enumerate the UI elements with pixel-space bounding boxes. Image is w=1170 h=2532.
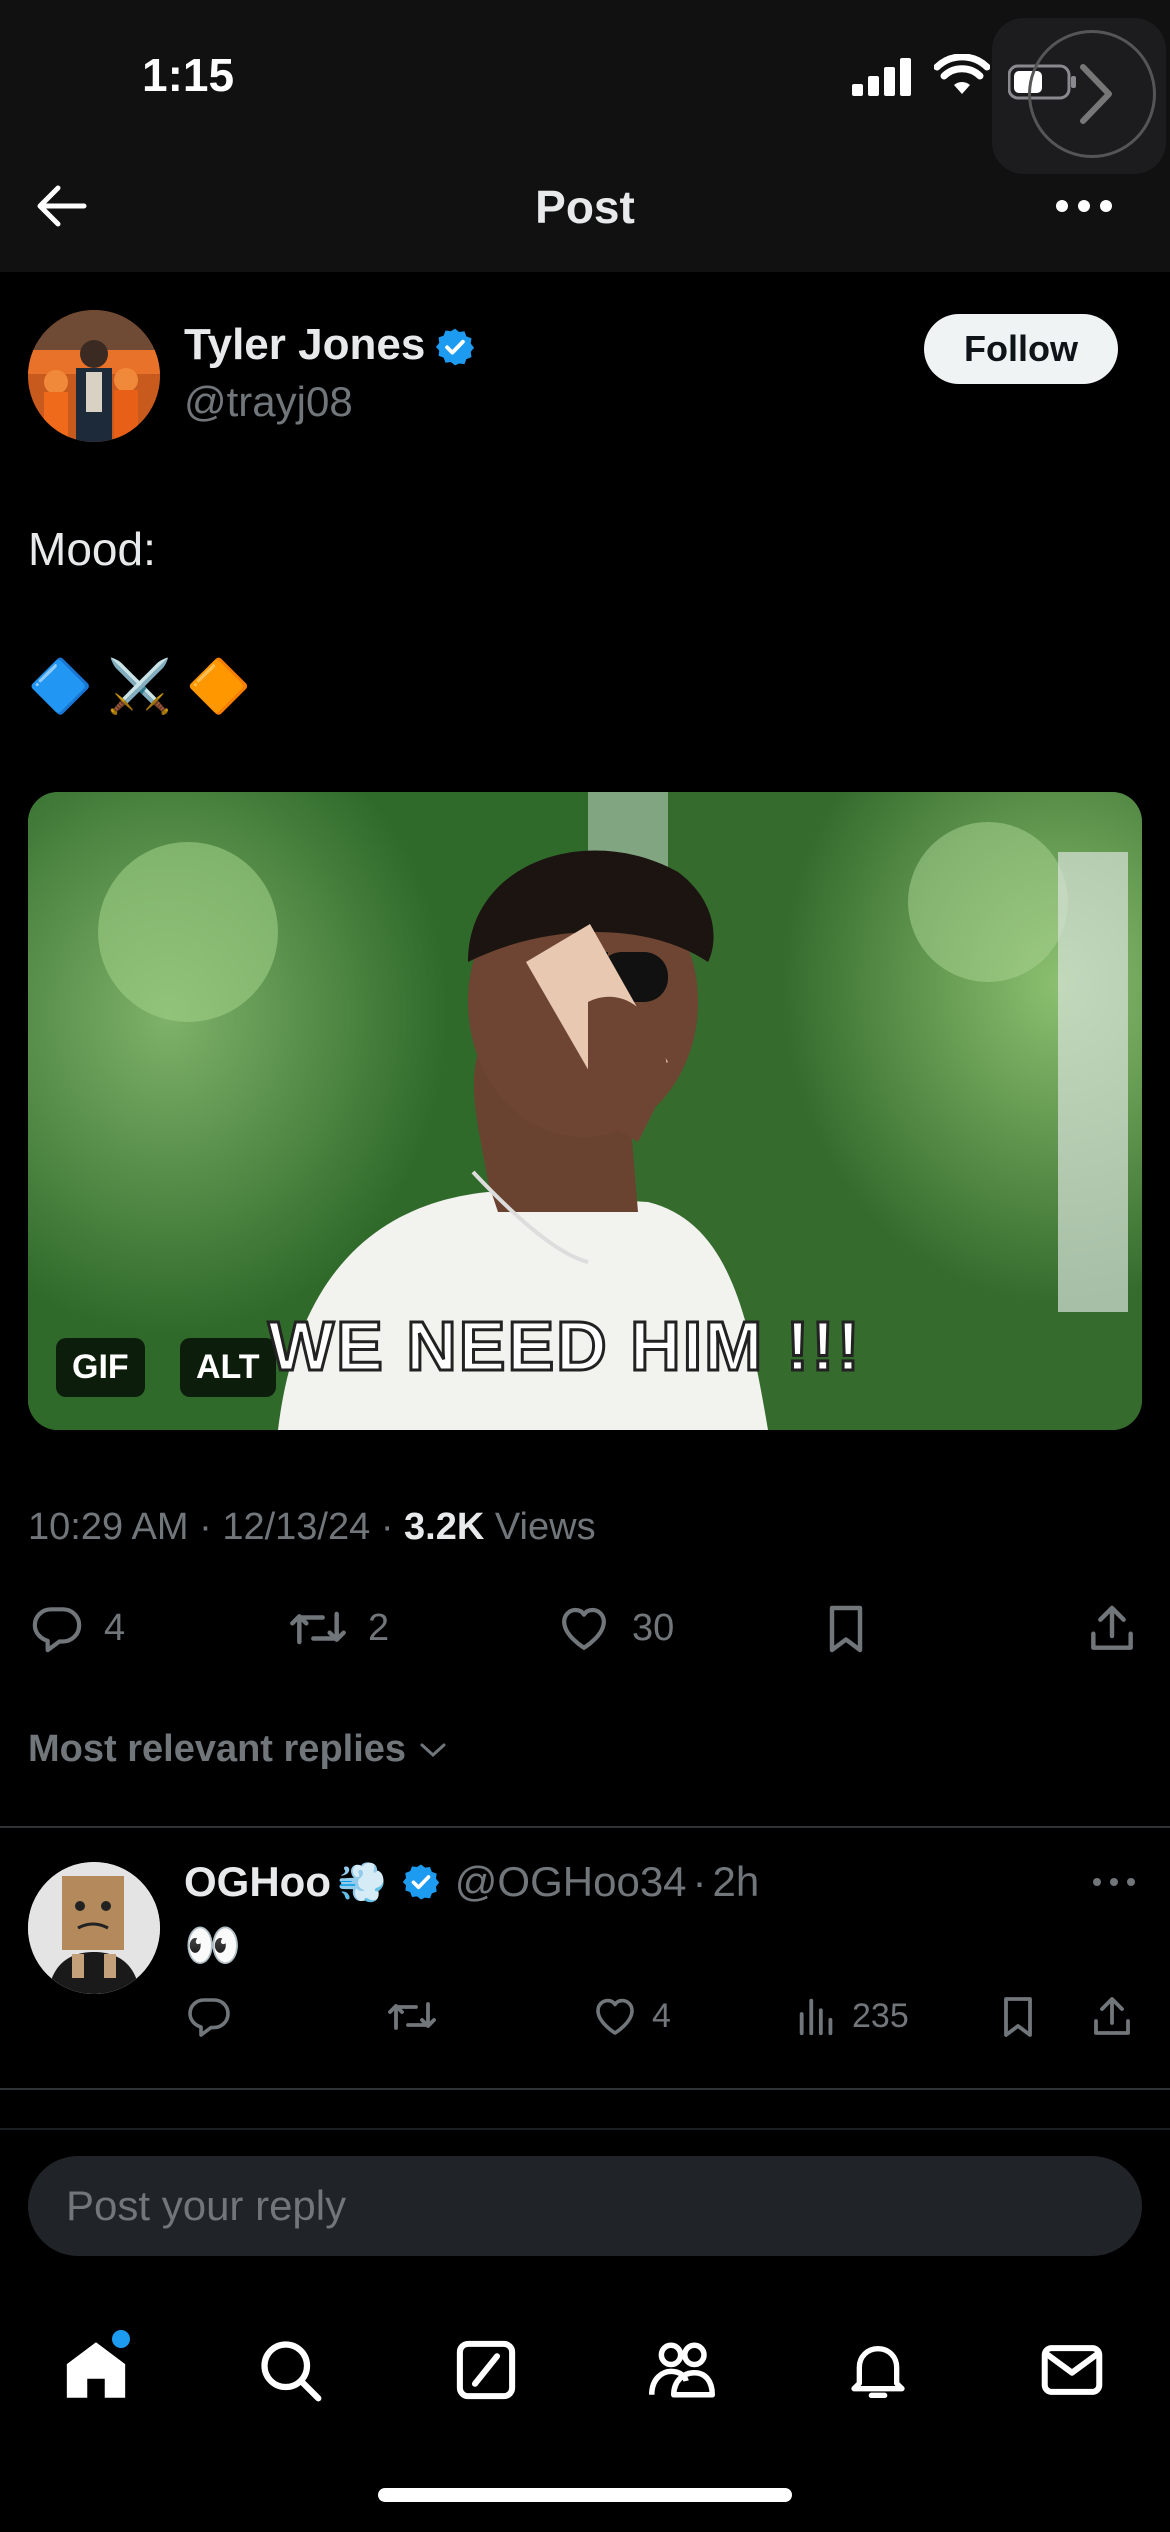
replies-sort-label: Most relevant replies: [28, 1728, 407, 1770]
gif-caption: WE NEED HIM !!!: [267, 1306, 862, 1387]
reply-bookmark-button[interactable]: [994, 1992, 1042, 2042]
bookmark-icon: [1004, 1997, 1032, 2037]
reply-view-count: 235: [852, 1996, 909, 2035]
reply-views-button[interactable]: 235: [794, 1992, 909, 2040]
status-time: 1:15: [142, 49, 235, 101]
messages-icon: [1041, 2345, 1103, 2395]
repost-icon: [290, 1611, 346, 1645]
notification-dot: [112, 2330, 130, 2348]
reply-icon: [188, 1998, 230, 2037]
reply-age: 2h: [712, 1858, 760, 1905]
search-icon: [261, 2341, 322, 2402]
verified-badge-icon: [402, 1864, 439, 1900]
author-avatar[interactable]: [28, 310, 160, 442]
tweet-meta: 10:29 AM · 12/13/24 · 3.2K Views: [28, 1506, 596, 1548]
reply-like-button[interactable]: 4: [590, 1992, 671, 2040]
repost-icon: [388, 2002, 436, 2030]
alt-text-button[interactable]: ALT: [180, 1338, 276, 1397]
reply-share-button[interactable]: [1088, 1992, 1136, 2042]
author-name[interactable]: Tyler Jones: [184, 320, 425, 370]
replies-sort-dropdown[interactable]: Most relevant replies: [28, 1728, 448, 1771]
cellular-signal-icon: [852, 58, 914, 101]
heart-icon: [596, 1998, 634, 2035]
reply-text: 👀: [184, 1919, 242, 1971]
tweet-time: 10:29 AM: [28, 1506, 189, 1548]
reply-avatar[interactable]: [28, 1862, 160, 1994]
views-count: 3.2K: [404, 1506, 485, 1548]
page-title: Post: [535, 181, 635, 233]
follow-button[interactable]: Follow: [924, 314, 1118, 384]
reply-input[interactable]: [64, 2181, 968, 2231]
nav-notifications[interactable]: [828, 2320, 928, 2420]
reply-author-name[interactable]: OGHoo: [184, 1858, 331, 1906]
home-indicator: [378, 2488, 792, 2502]
reply-icon: [32, 1607, 82, 1653]
share-button[interactable]: [1084, 1600, 1140, 1658]
tweet-emoji-line: 🔷 ⚔️ 🔶: [28, 658, 252, 716]
avatar-image: [28, 1862, 160, 1994]
chevron-right-icon: [1028, 30, 1156, 158]
verified-badge-icon: [434, 326, 476, 373]
reply-name-emoji: 💨: [336, 1860, 387, 1905]
tweet-media-gif[interactable]: GIF ALT WE NEED HIM !!!: [28, 792, 1142, 1430]
nav-search[interactable]: [240, 2320, 340, 2420]
communities-icon: [649, 2342, 715, 2398]
divider: [0, 2088, 1170, 2090]
gif-badge: GIF: [56, 1338, 145, 1397]
notifications-icon: [851, 2346, 905, 2398]
avatar-image: [28, 310, 160, 442]
repost-count: 2: [368, 1606, 390, 1649]
divider: [0, 2128, 1170, 2130]
reply-count: 4: [104, 1606, 126, 1649]
grok-icon: [456, 2340, 516, 2400]
analytics-icon: [799, 1998, 833, 2036]
wifi-icon: [933, 53, 991, 101]
reply-like-count: 4: [652, 1996, 671, 2035]
reply-item[interactable]: OGHoo 💨 @OGHoo34 · 2h 👀 4 235: [0, 1828, 1170, 2088]
bookmark-icon: [829, 1605, 863, 1653]
repost-button[interactable]: 2: [286, 1600, 389, 1656]
tweet-date: 12/13/24: [222, 1506, 371, 1548]
reply-author-handle[interactable]: @OGHoo34: [455, 1858, 687, 1906]
like-button[interactable]: 30: [554, 1600, 674, 1656]
nav-communities[interactable]: [632, 2320, 732, 2420]
nav-home[interactable]: [46, 2320, 146, 2420]
more-horizontal-icon: [1093, 1878, 1135, 1886]
reply-more-button[interactable]: [1090, 1872, 1138, 1892]
reply-header: OGHoo 💨 @OGHoo34 · 2h: [184, 1858, 760, 1906]
reply-composer[interactable]: [28, 2156, 1142, 2256]
reply-button[interactable]: 4: [28, 1600, 125, 1656]
tweet-text: Mood:: [28, 523, 156, 575]
nav-grok[interactable]: [436, 2320, 536, 2420]
more-horizontal-icon: [1056, 200, 1112, 212]
share-icon: [1091, 1605, 1133, 1650]
share-icon: [1094, 1997, 1130, 2035]
floating-button[interactable]: [992, 18, 1166, 174]
nav-messages[interactable]: [1022, 2320, 1122, 2420]
heart-icon: [562, 1607, 606, 1650]
like-count: 30: [632, 1606, 675, 1649]
bookmark-button[interactable]: [818, 1600, 874, 1658]
views-label: Views: [494, 1506, 596, 1548]
reply-repost-button[interactable]: [384, 1992, 440, 2040]
chevron-down-icon: [420, 1743, 446, 1757]
author-handle[interactable]: @trayj08: [184, 378, 353, 426]
more-options-button[interactable]: [1052, 184, 1116, 228]
reply-reply-button[interactable]: [184, 1992, 234, 2040]
